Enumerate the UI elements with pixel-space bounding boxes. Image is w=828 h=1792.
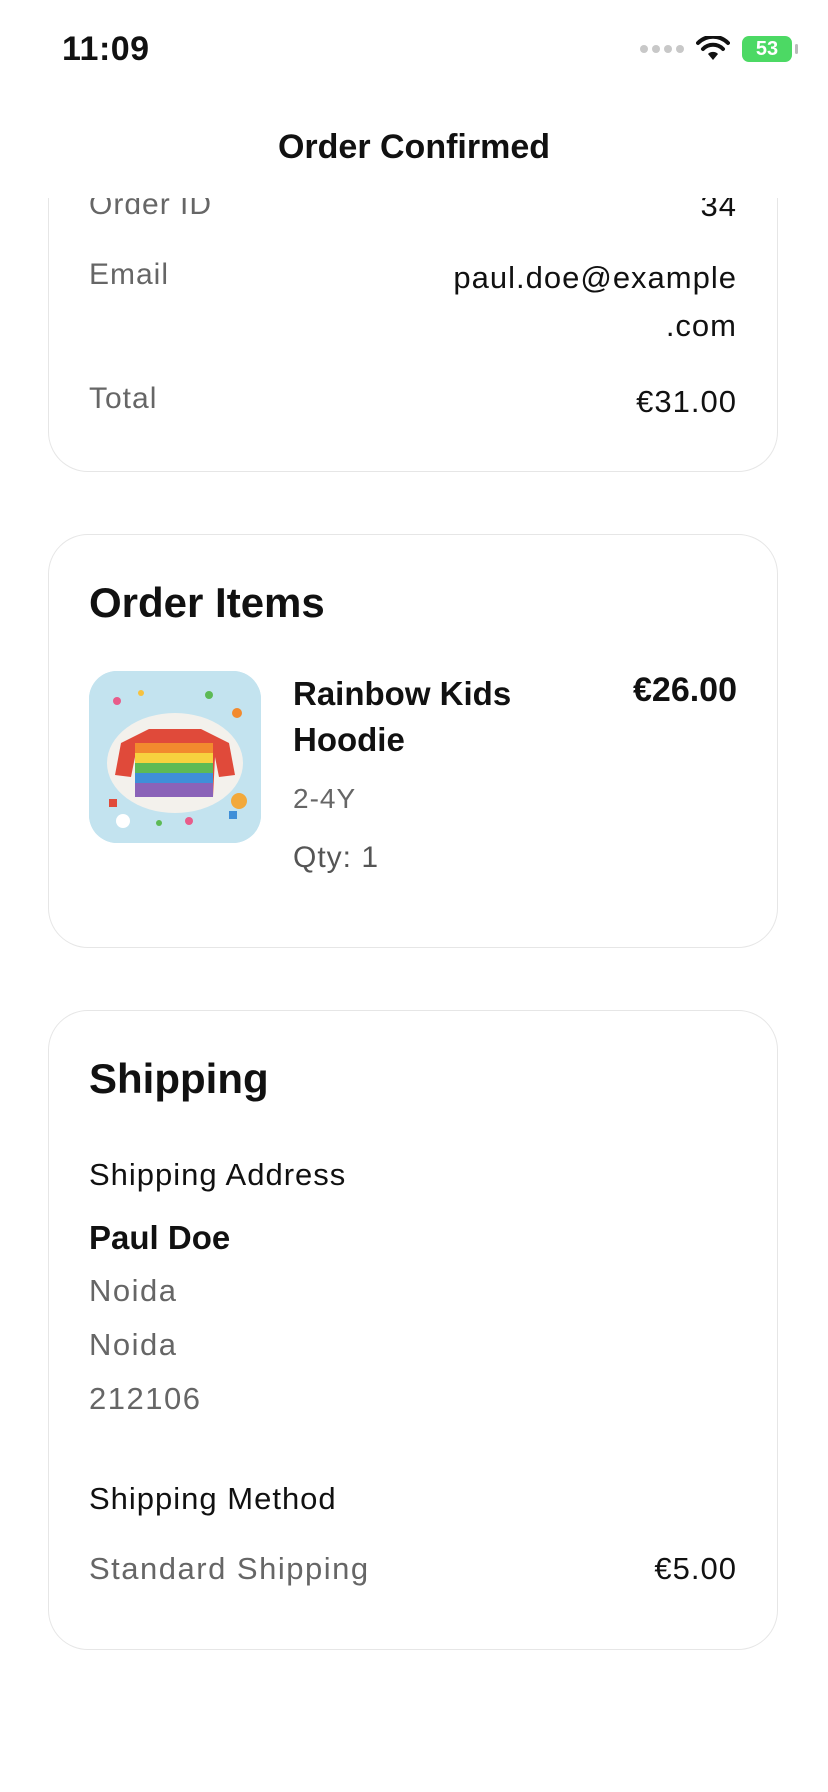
total-value: €31.00 <box>636 384 737 419</box>
order-items-card: Order Items Rainbow Kids Hoodie €26.00 2… <box>48 534 778 948</box>
product-variant: 2-4Y <box>293 783 357 814</box>
shipping-method-price: €5.00 <box>654 1551 737 1586</box>
product-price: €26.00 <box>633 671 737 709</box>
product-quantity: Qty: 1 <box>293 841 380 874</box>
address-line1: Noida <box>89 1273 178 1308</box>
status-bar: 11:09 53 <box>0 0 828 100</box>
sweater-image <box>89 671 261 843</box>
order-id-label: Order ID <box>89 198 213 221</box>
shipping-method-label: Shipping Method <box>89 1481 337 1516</box>
address-postcode: 212106 <box>89 1381 202 1416</box>
status-time: 11:09 <box>62 30 150 68</box>
page-title: Order Confirmed <box>277 128 551 166</box>
shipping-address-label: Shipping Address <box>89 1157 347 1192</box>
total-label: Total <box>89 382 158 415</box>
order-id-value: 34 <box>700 198 737 223</box>
order-summary-card: Order ID 34 Email paul.doe@example .com … <box>48 198 778 472</box>
cellular-signal-icon <box>640 45 684 53</box>
email-label: Email <box>89 258 170 291</box>
wifi-icon <box>696 36 730 60</box>
address-line2: Noida <box>89 1327 178 1362</box>
product-image <box>89 671 261 843</box>
email-value-line1: paul.doe@example <box>453 260 737 295</box>
shipping-method-name: Standard Shipping <box>89 1551 370 1586</box>
scroll-content[interactable]: Order ID 34 Email paul.doe@example .com … <box>0 198 828 1792</box>
battery-level: 53 <box>755 37 779 60</box>
battery-icon: 53 <box>742 36 798 62</box>
recipient-name: Paul Doe <box>89 1219 231 1256</box>
email-value-line2: .com <box>665 308 737 343</box>
order-items-title: Order Items <box>89 579 325 626</box>
status-icons: 53 <box>640 36 798 62</box>
product-name[interactable]: Rainbow Kids Hoodie <box>293 671 553 763</box>
shipping-title: Shipping <box>89 1055 269 1102</box>
shipping-card: Shipping Shipping Address Paul Doe Noida… <box>48 1010 778 1650</box>
